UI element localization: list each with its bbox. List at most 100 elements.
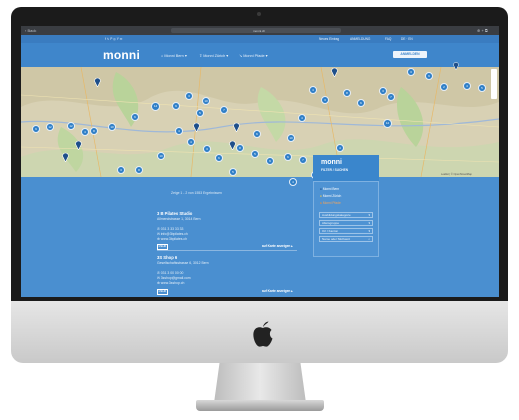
map-cluster[interactable]: 4 <box>187 138 195 146</box>
map-cluster[interactable]: 6 <box>215 154 223 162</box>
map-cluster[interactable]: 3 <box>117 166 125 174</box>
map-cluster[interactable]: 8 <box>236 144 244 152</box>
map-cluster[interactable]: 12 <box>67 122 75 130</box>
map-pin-icon[interactable] <box>229 140 236 150</box>
map-attribution[interactable]: Leaflet | © OpenStreetMap <box>441 173 472 176</box>
entry-address: Gesellschaftsstrasse 6, 3012 Bern <box>157 261 209 265</box>
map-cluster[interactable]: 3 <box>379 87 387 95</box>
legend-item-pfade[interactable]: ● Monni Pfade <box>320 201 341 205</box>
entry-divider <box>157 250 297 251</box>
map-pin-icon[interactable] <box>233 122 240 132</box>
map-cluster[interactable]: 12 <box>383 119 392 128</box>
map-cluster[interactable]: 4 <box>309 86 317 94</box>
map-view[interactable] <box>21 67 499 177</box>
chevron-down-icon: ▾ <box>368 221 370 225</box>
map-link-text: auf Karte anzeigen <box>262 289 291 293</box>
top-link-faq[interactable]: FAQ <box>385 37 391 41</box>
top-link-register[interactable]: ANMELDUNG <box>350 37 370 41</box>
map-pin-icon[interactable] <box>62 152 69 162</box>
entry-more-button[interactable]: MEHR <box>157 289 168 295</box>
map-cluster[interactable]: 5 <box>196 109 204 117</box>
map-cluster[interactable]: 3 <box>203 145 211 153</box>
map-cluster[interactable]: 6 <box>357 99 365 107</box>
browser-back-button[interactable]: ‹ Back <box>25 28 36 33</box>
top-link-new-entry[interactable]: Neues Eintrag <box>319 37 339 41</box>
map-cluster[interactable]: 4 <box>175 127 183 135</box>
map-cluster[interactable]: 9 <box>425 72 433 80</box>
entry-web[interactable]: ⊕ www.3sshop.ch <box>157 281 184 285</box>
map-pin-icon[interactable] <box>75 140 82 150</box>
login-button[interactable]: ANMELDEN <box>393 51 427 58</box>
map-cluster[interactable]: 4 <box>336 144 344 152</box>
entry-email[interactable]: ✉ 3sshop@gmail.com <box>157 276 191 280</box>
map-cluster[interactable]: 5 <box>229 168 237 176</box>
nav-item-pfade[interactable]: ↘ Monni Pfade ▾ <box>239 53 268 58</box>
map-cluster[interactable]: 7 <box>387 93 395 101</box>
map-cluster[interactable]: 10 <box>157 152 165 160</box>
entry-title[interactable]: 3 B Pilates Studio <box>157 211 192 216</box>
map-cluster[interactable]: 7 <box>220 106 228 114</box>
camera-dot <box>257 12 261 16</box>
entry-map-link[interactable]: auf Karte anzeigen ▸ <box>262 244 293 248</box>
filter-location-select[interactable]: Ort / Kanton ▾ <box>319 228 373 234</box>
map-cluster[interactable]: 10 <box>108 123 116 131</box>
map-cluster[interactable]: 4 <box>81 128 89 136</box>
legend-label: Monni Bern <box>322 187 340 191</box>
browser-controls[interactable]: ⊕ + ⧉ <box>477 28 488 33</box>
entry-email[interactable]: ✉ info@3bpilates.ch <box>157 232 188 236</box>
map-cluster[interactable]: 8 <box>343 89 351 97</box>
panel-subtitle: FILTER / SUCHEN <box>321 168 349 172</box>
filter-category-select[interactable]: Ausbildungskategorie ▾ <box>319 212 373 218</box>
filter-label: Altersgruppe <box>322 221 340 225</box>
phone-text: 031 3 33 33 33 <box>160 227 184 231</box>
filter-panel <box>313 181 379 257</box>
entry-address: Allmendstrasse 1, 3014 Bern <box>157 217 201 221</box>
top-link-language[interactable]: DE · EN <box>401 37 413 41</box>
map-cluster[interactable]: 4 <box>463 82 471 90</box>
entry-map-link[interactable]: auf Karte anzeigen ▸ <box>262 289 293 293</box>
site-logo[interactable]: monni <box>103 48 140 62</box>
map-cluster[interactable]: 3 <box>185 92 193 100</box>
map-pin-icon[interactable] <box>453 62 459 70</box>
map-cluster[interactable]: 12 <box>46 123 54 131</box>
imac-stand <box>214 363 306 403</box>
legend-label: Monni Zürich <box>322 194 342 198</box>
map-cluster[interactable]: 9 <box>32 125 40 133</box>
legend-item-bern[interactable]: ● Monni Bern <box>320 187 339 191</box>
map-zoom-control[interactable] <box>491 69 497 99</box>
map-cluster[interactable]: 3 <box>407 68 415 76</box>
map-cluster[interactable]: 2 <box>440 83 448 91</box>
legend-dot-icon: ● <box>320 194 322 198</box>
map-pin-icon[interactable] <box>331 67 338 77</box>
map-cluster[interactable]: 7 <box>299 156 307 164</box>
map-cluster[interactable]: 6 <box>131 113 139 121</box>
map-cluster[interactable]: 9 <box>266 157 274 165</box>
map-cluster[interactable]: 6 <box>253 130 261 138</box>
entry-web[interactable]: ⊕ www.3bpilates.ch <box>157 237 187 241</box>
map-cluster[interactable]: 10 <box>287 134 295 142</box>
nav-item-zurich[interactable]: ⇧ Monni Zürich ▾ <box>199 53 228 58</box>
site-topbar <box>21 35 499 43</box>
search-icon: ⌕ <box>368 237 370 241</box>
legend-item-zurich[interactable]: ● Monni Zürich <box>320 194 341 198</box>
map-cluster[interactable]: 8 <box>135 166 143 174</box>
map-cluster[interactable]: 4 <box>289 178 297 186</box>
map-cluster[interactable]: 5 <box>251 150 259 158</box>
map-cluster[interactable]: 6 <box>284 153 292 161</box>
social-icons[interactable]: f 𝕏 P ◎ Y ✉ <box>105 37 122 41</box>
map-cluster[interactable]: 14 <box>151 102 160 111</box>
map-cluster[interactable]: 8 <box>90 127 98 135</box>
screen: ‹ Back monni.ch ⊕ + ⧉ f 𝕏 P ◎ Y ✉ Neues … <box>21 26 499 297</box>
filter-age-select[interactable]: Altersgruppe ▾ <box>319 220 373 226</box>
map-pin-icon[interactable] <box>193 122 200 132</box>
nav-item-bern[interactable]: ⌂ Monni Bern ▾ <box>161 53 187 58</box>
map-cluster[interactable]: 9 <box>172 102 180 110</box>
map-pin-icon[interactable] <box>94 77 101 87</box>
map-cluster[interactable]: 3 <box>321 96 329 104</box>
map-cluster[interactable]: 5 <box>478 84 486 92</box>
map-cluster[interactable]: 10 <box>202 97 210 105</box>
search-input[interactable]: Name oder Stichwort ⌕ <box>319 236 373 242</box>
entry-title[interactable]: 3S Shop 6 <box>157 255 177 260</box>
map-cluster[interactable]: 4 <box>298 114 306 122</box>
email-text: 3sshop@gmail.com <box>160 276 191 280</box>
